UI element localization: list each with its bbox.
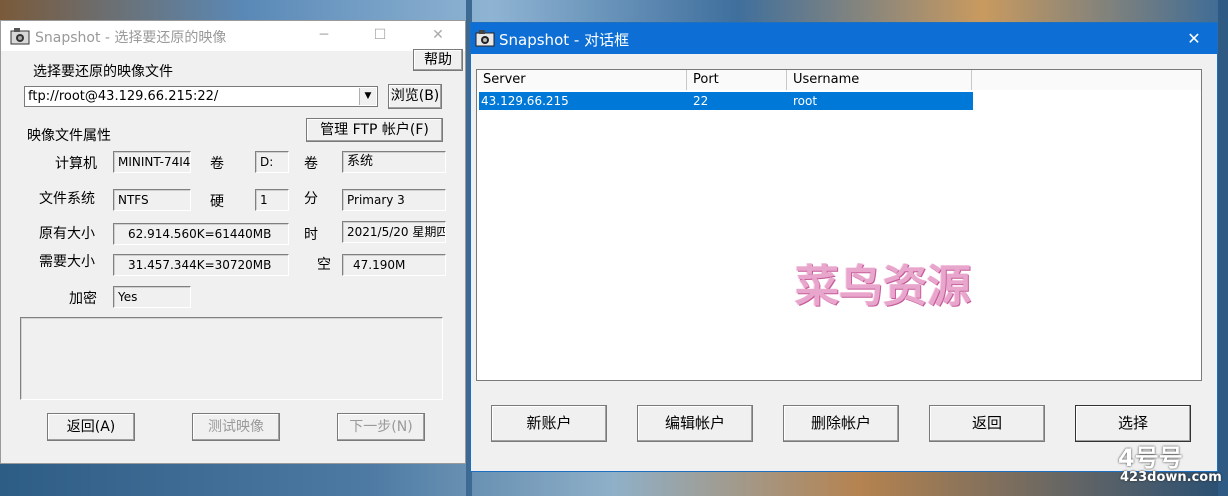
port-cell: 22 [693, 94, 709, 108]
computer-label: 计算机 [55, 156, 97, 172]
column-port[interactable]: Port [687, 70, 787, 90]
maximize-button[interactable]: ☐ [357, 21, 403, 51]
watermark-text: 菜鸟资源 [795, 261, 971, 312]
delete-account-button[interactable]: 删除帐户 [783, 405, 899, 442]
desktop-wallpaper-right [1218, 0, 1228, 496]
chevron-down-icon[interactable]: ▼ [359, 88, 376, 105]
list-header: Server Port Username [477, 70, 1201, 90]
required-size-field: 31.457.344K=30720MB [113, 254, 289, 276]
description-box [20, 317, 443, 400]
site-logo-url: 423down.com [1120, 470, 1222, 485]
ftp-dialog-window: Snapshot - 对话框 ✕ Server Port Username 43… [470, 22, 1218, 472]
required-size-label: 需要大小 [39, 254, 95, 270]
volume-name-field: 系统 [342, 151, 446, 173]
back-button[interactable]: 返回(A) [47, 413, 135, 441]
new-account-button[interactable]: 新账户 [491, 405, 607, 442]
desktop-wallpaper-top [0, 0, 1228, 22]
free-space-label: 空 [317, 257, 331, 273]
image-path-value: ftp://root@43.129.66.215:22/ [28, 89, 219, 104]
original-size-label: 原有大小 [39, 226, 95, 242]
back-button[interactable]: 返回 [929, 405, 1045, 442]
manage-ftp-button[interactable]: 管理 FTP 帐户(F) [306, 118, 443, 142]
partition-field: Primary 3 [342, 189, 446, 211]
column-username[interactable]: Username [787, 70, 972, 90]
next-button[interactable]: 下一步(N) [337, 413, 425, 441]
restore-image-window: Snapshot - 选择要还原的映像 ─ ☐ ✕ 帮助 选择要还原的映像文件 … [0, 20, 466, 464]
column-server[interactable]: Server [477, 70, 687, 90]
volume-field: D: [255, 151, 289, 173]
column-empty [972, 70, 1201, 90]
window-title: Snapshot - 对话框 [499, 31, 630, 49]
encryption-field: Yes [113, 286, 191, 308]
test-image-button[interactable]: 测试映像 [192, 413, 280, 441]
filesystem-field: NTFS [113, 189, 191, 211]
titlebar[interactable]: Snapshot - 对话框 ✕ [471, 23, 1217, 54]
browse-button[interactable]: 浏览(B) [388, 84, 442, 109]
disk-label: 硬 [210, 194, 224, 210]
site-logo-mark: 4号号 [1118, 444, 1183, 472]
original-size-field: 62.914.560K=61440MB [113, 223, 289, 245]
close-button[interactable]: ✕ [415, 21, 461, 51]
filesystem-label: 文件系统 [39, 191, 95, 207]
disk-field: 1 [255, 189, 289, 211]
site-logo: 4号号 423down.com [1118, 438, 1222, 494]
ftp-accounts-list[interactable]: Server Port Username 43.129.66.215 22 ro… [476, 69, 1202, 381]
help-button[interactable]: 帮助 [413, 49, 463, 71]
partition-label: 分 [304, 191, 318, 207]
titlebar[interactable]: Snapshot - 选择要还原的映像 ─ ☐ ✕ [1, 21, 465, 51]
edit-account-button[interactable]: 编辑帐户 [637, 405, 753, 442]
minimize-button[interactable]: ─ [301, 21, 347, 51]
select-image-label: 选择要还原的映像文件 [33, 64, 173, 80]
free-space-field: 47.190M [342, 254, 446, 276]
volume-label: 卷 [210, 156, 224, 172]
time-label: 时 [304, 227, 318, 243]
close-button[interactable]: ✕ [1171, 23, 1217, 54]
server-cell: 43.129.66.215 [481, 94, 569, 108]
select-button[interactable]: 选择 [1075, 405, 1191, 442]
snapshot-app-icon [475, 30, 495, 47]
window-title: Snapshot - 选择要还原的映像 [35, 30, 227, 46]
encryption-label: 加密 [69, 291, 97, 307]
username-cell: root [793, 94, 818, 108]
volume-name-label: 卷 [304, 156, 318, 172]
list-row-selected[interactable]: 43.129.66.215 22 root [479, 92, 973, 110]
image-properties-label: 映像文件属性 [27, 128, 111, 144]
time-field: 2021/5/20 星期四 [342, 221, 446, 243]
snapshot-app-icon [10, 28, 30, 45]
image-path-combobox[interactable]: ftp://root@43.129.66.215:22/ ▼ [24, 86, 378, 107]
computer-field: MININT-74I4 [113, 151, 191, 173]
